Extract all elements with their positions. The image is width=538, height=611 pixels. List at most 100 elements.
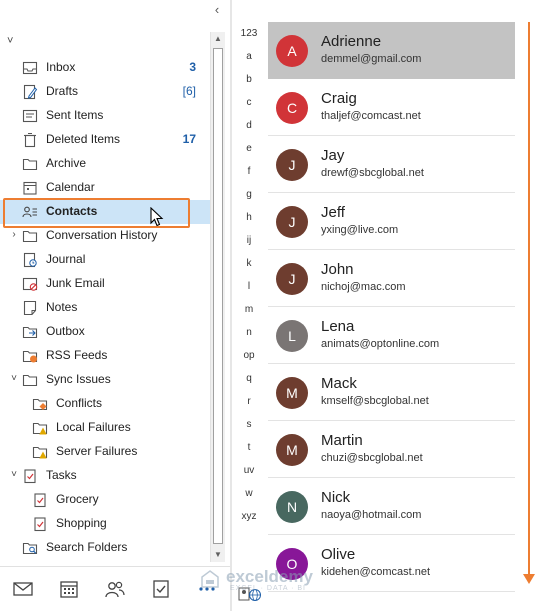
chevron-right-icon[interactable]: › (9, 229, 19, 240)
contact-email: drewf@sbcglobal.net (321, 167, 424, 179)
index-letter-uv[interactable]: uv (232, 465, 266, 476)
task-list-icon (34, 493, 46, 508)
chevron-down-icon[interactable]: ˅ (9, 469, 19, 480)
index-letter-g[interactable]: g (232, 189, 266, 200)
outbox-icon (22, 326, 38, 339)
scroll-thumb[interactable] (213, 48, 223, 544)
folder-icon (22, 230, 38, 243)
index-letter-m[interactable]: m (232, 304, 266, 315)
chevron-down-icon[interactable]: ˅ (9, 373, 19, 384)
index-letter-a[interactable]: a (232, 51, 266, 62)
folder-item-sent-items[interactable]: Sent Items (0, 104, 210, 128)
folder-item-server-failures[interactable]: Server Failures (0, 440, 210, 464)
folder-item-journal[interactable]: Journal (0, 248, 210, 272)
calendar-icon (23, 181, 37, 195)
folder-item-calendar[interactable]: Calendar (0, 176, 210, 200)
contact-card[interactable]: M Mack kmself@sbcglobal.net (268, 364, 515, 421)
folder-item-deleted-items[interactable]: Deleted Items 17 (0, 128, 210, 152)
folder-label: Sent Items (46, 108, 104, 122)
scroll-up-icon[interactable]: ▲ (211, 32, 225, 46)
folder-scrollbar[interactable]: ▲ ▼ (210, 32, 225, 562)
journal-icon (23, 252, 37, 268)
folder-label: Archive (46, 156, 87, 170)
scroll-annotation-arrowhead (523, 574, 535, 584)
index-letter-123[interactable]: 123 (232, 28, 266, 39)
folder-item-archive[interactable]: Archive (0, 152, 210, 176)
warning-folder-icon (32, 422, 48, 435)
avatar: L (276, 320, 308, 352)
contact-email: kmself@sbcglobal.net (321, 395, 429, 407)
folder-label: Contacts (46, 204, 98, 218)
folder-item-contacts[interactable]: Contacts (0, 200, 210, 224)
task-list-icon (34, 517, 46, 532)
folder-label: RSS Feeds (46, 348, 108, 362)
folder-item-inbox[interactable]: Inbox 3 (0, 56, 210, 80)
folder-label: Outbox (46, 324, 85, 338)
contact-email: nichoj@mac.com (321, 281, 406, 293)
collapse-pane-button[interactable]: ‹ (210, 3, 224, 17)
folder-item-sync-issues[interactable]: ˅ Sync Issues (0, 368, 210, 392)
index-letter-b[interactable]: b (232, 74, 266, 85)
index-letter-ij[interactable]: ij (232, 235, 266, 246)
index-letter-c[interactable]: c (232, 97, 266, 108)
index-letter-n[interactable]: n (232, 327, 266, 338)
folder-item-notes[interactable]: Notes (0, 296, 210, 320)
watermark-text: exceldemy (226, 567, 313, 586)
folder-item-tasks[interactable]: ˅ Tasks (0, 464, 210, 488)
calendar-icon[interactable] (58, 578, 80, 600)
index-letter-q[interactable]: q (232, 373, 266, 384)
rss-icon (22, 350, 38, 363)
contact-card[interactable]: J John nichoj@mac.com (268, 250, 515, 307)
folder-item-search-folders[interactable]: Search Folders (0, 536, 210, 560)
folder-item-conversation-history[interactable]: › Conversation History (0, 224, 210, 248)
index-letter-k[interactable]: k (232, 258, 266, 269)
index-letter-l[interactable]: l (232, 281, 266, 292)
chevron-down-icon[interactable]: ˅ (7, 35, 13, 47)
folder-item-conflicts[interactable]: Conflicts (0, 392, 210, 416)
folder-icon (22, 374, 38, 387)
folder-item-outbox[interactable]: Outbox (0, 320, 210, 344)
index-letter-w[interactable]: w (232, 488, 266, 499)
index-letter-e[interactable]: e (232, 143, 266, 154)
scroll-down-icon[interactable]: ▼ (211, 548, 225, 562)
index-letter-r[interactable]: r (232, 396, 266, 407)
contact-card[interactable]: M Martin chuzi@sbcglobal.net (268, 421, 515, 478)
folder-item-grocery[interactable]: Grocery (0, 488, 210, 512)
avatar: C (276, 92, 308, 124)
folder-item-junk-email[interactable]: Junk Email (0, 272, 210, 296)
folder-label: Drafts (46, 84, 79, 98)
contact-card[interactable]: A Adrienne demmel@gmail.com (268, 22, 515, 79)
contact-email: thaljef@comcast.net (321, 110, 421, 122)
contact-name: Jay (321, 147, 345, 164)
index-letter-t[interactable]: t (232, 442, 266, 453)
index-letter-h[interactable]: h (232, 212, 266, 223)
index-letter-s[interactable]: s (232, 419, 266, 430)
navigation-bar (0, 566, 232, 611)
inbox-icon (22, 61, 38, 75)
folder-item-rss-feeds[interactable]: RSS Feeds (0, 344, 210, 368)
contact-card[interactable]: C Craig thaljef@comcast.net (268, 79, 515, 136)
folder-item-drafts[interactable]: Drafts [6] (0, 80, 210, 104)
folder-label: Conversation History (46, 228, 158, 242)
watermark-subtext: EXCEL · DATA · BI (230, 585, 306, 592)
folder-item-local-failures[interactable]: Local Failures (0, 416, 210, 440)
contact-card[interactable]: N Nick naoya@hotmail.com (268, 478, 515, 535)
people-icon[interactable] (104, 578, 126, 600)
index-letter-op[interactable]: op (232, 350, 266, 361)
mail-icon[interactable] (12, 578, 34, 600)
contact-card[interactable]: J Jay drewf@sbcglobal.net (268, 136, 515, 193)
tasks-icon[interactable] (150, 578, 172, 600)
folder-item-shopping[interactable]: Shopping (0, 512, 210, 536)
index-letter-xyz[interactable]: xyz (232, 511, 266, 522)
folder-label: Local Failures (56, 420, 131, 434)
contact-name: Adrienne (321, 33, 382, 50)
index-letter-d[interactable]: d (232, 120, 266, 131)
contact-card[interactable]: L Lena animats@optonline.com (268, 307, 515, 364)
folder-label: Inbox (46, 60, 76, 74)
scroll-annotation-line (528, 22, 530, 582)
contact-email: chuzi@sbcglobal.net (321, 452, 423, 464)
contact-card[interactable]: J Jeff yxing@live.com (268, 193, 515, 250)
account-header[interactable]: ˅ (0, 34, 206, 56)
index-letter-f[interactable]: f (232, 166, 266, 177)
contact-email: animats@optonline.com (321, 338, 440, 350)
